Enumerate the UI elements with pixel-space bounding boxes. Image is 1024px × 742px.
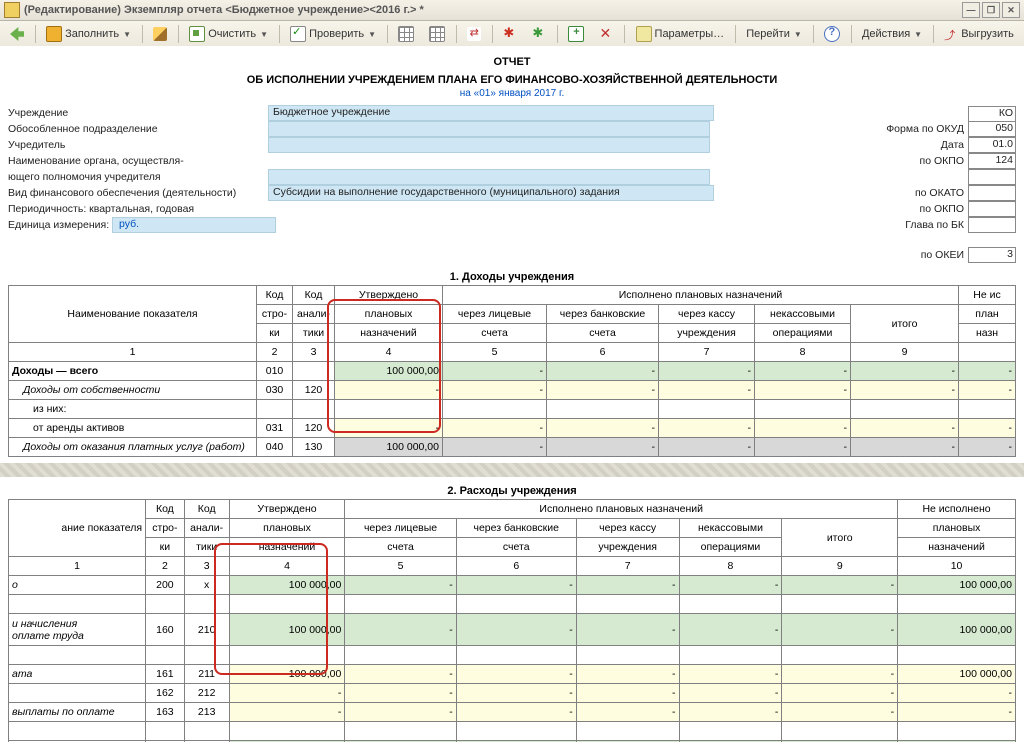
maximize-button[interactable]: ❐ bbox=[982, 2, 1000, 18]
section1-title: 1. Доходы учреждения bbox=[8, 271, 1016, 283]
form-left: УчреждениеБюджетное учреждение Обособлен… bbox=[8, 105, 714, 263]
label-organ-2: ющего полномочия учредителя bbox=[8, 171, 268, 183]
star-green-button[interactable]: ✱ bbox=[526, 22, 552, 46]
section2-table[interactable]: ание показателя Код Код Утверждено Испол… bbox=[8, 499, 1016, 742]
code-bk[interactable] bbox=[968, 217, 1016, 233]
app-icon bbox=[4, 2, 20, 18]
clear-button[interactable]: Очистить▼ bbox=[183, 22, 274, 46]
code-blank1[interactable] bbox=[968, 169, 1016, 185]
actions-button[interactable]: Действия▼ bbox=[856, 22, 928, 46]
field-organ[interactable] bbox=[268, 169, 710, 185]
star-red-button[interactable]: ✱ bbox=[497, 22, 523, 46]
check-button[interactable]: Проверить▼ bbox=[284, 22, 382, 46]
field-founder[interactable] bbox=[268, 137, 710, 153]
report-date: на «01» января 2017 г. bbox=[8, 88, 1016, 99]
table-row[interactable]: и начисленияоплате труда160210100 000,00… bbox=[9, 614, 1016, 646]
label-institution: Учреждение bbox=[8, 107, 268, 119]
remove-button[interactable]: ✕ bbox=[593, 22, 619, 46]
toolbar: Заполнить▼ Очистить▼ Проверить▼ ⇄ ✱ ✱ + … bbox=[0, 21, 1024, 48]
label-organ-1: Наименование органа, осуществля- bbox=[8, 155, 268, 167]
params-button[interactable]: Параметры… bbox=[630, 22, 731, 46]
code-okpo2[interactable] bbox=[968, 201, 1016, 217]
label-founder: Учредитель bbox=[8, 139, 268, 151]
help-icon: ? bbox=[824, 26, 840, 42]
code-okei[interactable]: 3 bbox=[968, 247, 1016, 263]
unload-button[interactable]: ⤴Выгрузить bbox=[938, 22, 1020, 46]
grid-button-1[interactable] bbox=[392, 22, 420, 46]
arrow-left-icon bbox=[10, 27, 24, 41]
table-row[interactable]: от аренды активов031120------- bbox=[9, 419, 1016, 438]
back-button[interactable] bbox=[4, 22, 30, 46]
table-row[interactable]: из них: bbox=[9, 400, 1016, 419]
table-row[interactable]: выплаты по оплате163213------- bbox=[9, 703, 1016, 722]
table-row[interactable]: 162212------- bbox=[9, 684, 1016, 703]
label-okpo: по ОКПО bbox=[874, 155, 968, 167]
minimize-button[interactable]: — bbox=[962, 2, 980, 18]
field-division[interactable] bbox=[268, 121, 710, 137]
code-okpo[interactable]: 124 bbox=[968, 153, 1016, 169]
table-row[interactable]: о200x100 000,00-----100 000,00 bbox=[9, 576, 1016, 595]
label-fin: Вид финансового обеспечения (деятельност… bbox=[8, 187, 268, 199]
report-sheet[interactable]: ОТЧЕТ ОБ ИСПОЛНЕНИИ УЧРЕЖДЕНИЕМ ПЛАНА ЕГ… bbox=[0, 46, 1024, 742]
report-title-1: ОТЧЕТ bbox=[8, 56, 1016, 68]
params-icon bbox=[636, 26, 652, 42]
clear-icon bbox=[189, 26, 205, 42]
table-row[interactable]: Доходы — всего010100 000,00------ bbox=[9, 362, 1016, 381]
field-fin[interactable]: Субсидии на выполнение государственного … bbox=[268, 185, 714, 201]
minus-icon: ✕ bbox=[599, 27, 613, 41]
edit-button[interactable] bbox=[147, 22, 173, 46]
code-okud[interactable]: 050 bbox=[968, 121, 1016, 137]
table-row[interactable] bbox=[9, 646, 1016, 665]
section1-table[interactable]: Наименование показателя Код Код Утвержде… bbox=[8, 285, 1016, 457]
star-green-icon: ✱ bbox=[532, 27, 546, 41]
label-bk: Глава по БК bbox=[874, 219, 968, 231]
swap-icon: ⇄ bbox=[467, 27, 481, 41]
field-institution[interactable]: Бюджетное учреждение bbox=[268, 105, 714, 121]
pencil-icon bbox=[153, 27, 167, 41]
label-okato: по ОКАТО bbox=[874, 187, 968, 199]
add-button[interactable]: + bbox=[562, 22, 590, 46]
table-row[interactable]: Доходы от собственности030120------- bbox=[9, 381, 1016, 400]
code-kod: КО bbox=[968, 106, 1016, 121]
close-button[interactable]: ✕ bbox=[1002, 2, 1020, 18]
grid-button-2[interactable] bbox=[423, 22, 451, 46]
swap-button[interactable]: ⇄ bbox=[461, 22, 487, 46]
table-row[interactable] bbox=[9, 595, 1016, 614]
label-okpo2: по ОКПО bbox=[874, 203, 968, 215]
upload-icon: ⤴ bbox=[944, 27, 958, 41]
label-division: Обособленное подразделение bbox=[8, 123, 268, 135]
section2-title: 2. Расходы учреждения bbox=[8, 485, 1016, 497]
label-unit: Единица измерения: bbox=[8, 219, 109, 231]
help-button[interactable]: ? bbox=[818, 22, 846, 46]
label-period: Периодичность: квартальная, годовая bbox=[8, 203, 194, 215]
app-window: (Редактирование) Экземпляр отчета <Бюдже… bbox=[0, 0, 1024, 742]
star-red-icon: ✱ bbox=[503, 27, 517, 41]
code-okato[interactable] bbox=[968, 185, 1016, 201]
divider-strip bbox=[0, 463, 1024, 477]
title-bar: (Редактирование) Экземпляр отчета <Бюдже… bbox=[0, 0, 1024, 21]
label-date: Дата bbox=[874, 139, 968, 151]
form-right: КО Форма по ОКУД050 Дата01.0 по ОКПО124 … bbox=[874, 105, 1016, 263]
window-title: (Редактирование) Экземпляр отчета <Бюдже… bbox=[24, 4, 424, 16]
label-okud: Форма по ОКУД bbox=[874, 123, 968, 135]
grid-icon bbox=[429, 26, 445, 42]
goto-button[interactable]: Перейти▼ bbox=[740, 22, 808, 46]
field-unit[interactable]: руб. bbox=[112, 217, 276, 233]
check-icon bbox=[290, 26, 306, 42]
th-name: Наименование показателя bbox=[9, 286, 257, 343]
fill-icon bbox=[46, 26, 62, 42]
table-row[interactable]: Доходы от оказания платных услуг (работ)… bbox=[9, 438, 1016, 457]
label-okei: по ОКЕИ bbox=[874, 249, 968, 261]
table-row[interactable] bbox=[9, 722, 1016, 741]
fill-button[interactable]: Заполнить▼ bbox=[40, 22, 137, 46]
grid-icon bbox=[398, 26, 414, 42]
table-row[interactable]: ата161211100 000,00-----100 000,00 bbox=[9, 665, 1016, 684]
code-date[interactable]: 01.0 bbox=[968, 137, 1016, 153]
plus-icon: + bbox=[568, 26, 584, 42]
report-title-2: ОБ ИСПОЛНЕНИИ УЧРЕЖДЕНИЕМ ПЛАНА ЕГО ФИНА… bbox=[8, 74, 1016, 86]
